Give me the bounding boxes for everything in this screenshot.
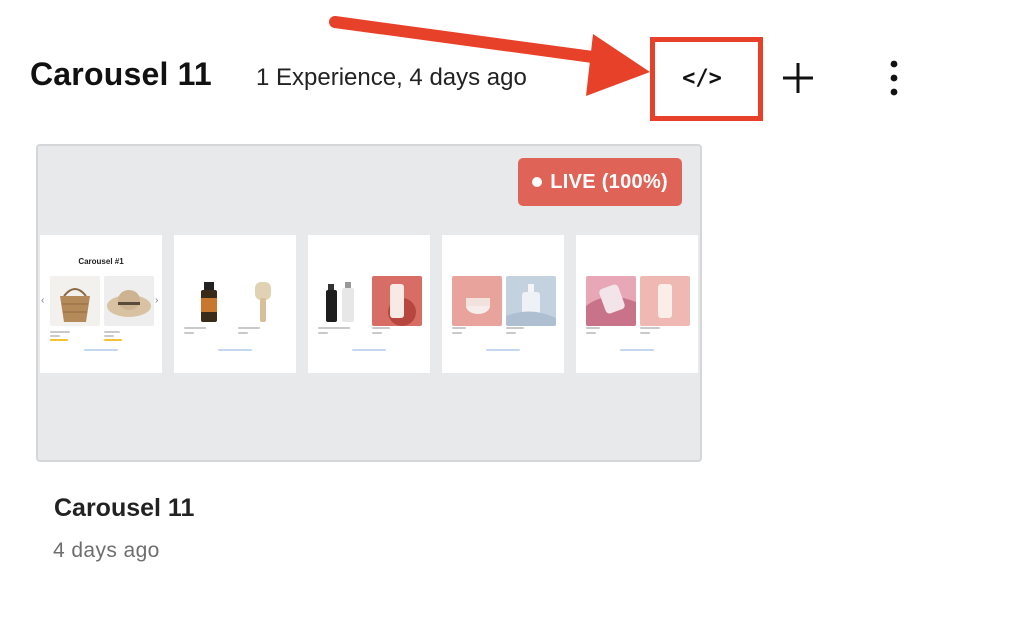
preview-slide: Carousel #1 ‹ › bbox=[40, 235, 162, 373]
product-name-line bbox=[452, 327, 466, 329]
straw-bag-image bbox=[50, 276, 100, 326]
add-button[interactable] bbox=[778, 54, 818, 102]
more-options-button[interactable] bbox=[876, 54, 912, 102]
preview-slide bbox=[174, 235, 296, 373]
product-name-line bbox=[184, 327, 206, 329]
kebab-vertical-icon bbox=[890, 60, 898, 96]
pager-line bbox=[84, 349, 118, 351]
chevron-left-icon: ‹ bbox=[41, 295, 45, 306]
plus-icon bbox=[783, 63, 813, 93]
straw-hat-image bbox=[104, 276, 154, 326]
card-date: 4 days ago bbox=[53, 539, 160, 562]
product-price-line bbox=[104, 335, 114, 337]
carousel-meta: 1 Experience, 4 days ago bbox=[256, 64, 527, 91]
product-price-line bbox=[50, 335, 60, 337]
product-price-line bbox=[318, 332, 328, 334]
carousel-title: Carousel 11 bbox=[30, 56, 212, 92]
pink-product-swirl-image bbox=[586, 276, 636, 326]
preview-slide-title: Carousel #1 bbox=[78, 257, 124, 266]
product-name-line bbox=[640, 327, 660, 329]
product-price-line bbox=[184, 332, 194, 334]
blue-pump-bottle-image bbox=[506, 276, 556, 326]
product-name-line bbox=[586, 327, 600, 329]
live-dot-icon bbox=[532, 177, 543, 187]
cream-tube-pink-image bbox=[372, 276, 422, 326]
product-name-line bbox=[50, 331, 70, 333]
wooden-brush-image bbox=[238, 276, 288, 326]
product-price-line bbox=[506, 332, 516, 334]
annotation-highlight-box bbox=[650, 37, 763, 121]
product-price-line bbox=[452, 332, 462, 334]
product-price-line bbox=[238, 332, 248, 334]
product-price-line bbox=[586, 332, 596, 334]
carousel-preview: Carousel #1 ‹ › bbox=[40, 235, 698, 375]
pager-line bbox=[218, 349, 252, 351]
product-name-line bbox=[318, 327, 350, 329]
product-name-line bbox=[372, 327, 390, 329]
card-title[interactable]: Carousel 11 bbox=[54, 494, 194, 523]
bronze-bottle-image bbox=[184, 276, 234, 326]
preview-slide bbox=[442, 235, 564, 373]
pink-jar-image bbox=[452, 276, 502, 326]
black-white-bottles-image bbox=[318, 276, 368, 326]
live-status-badge: LIVE (100%) bbox=[518, 158, 682, 206]
carousel-card[interactable]: LIVE (100%) Carousel #1 ‹ › bbox=[36, 144, 702, 462]
preview-slide bbox=[576, 235, 698, 373]
rating-line bbox=[50, 339, 68, 341]
product-price-line bbox=[640, 332, 650, 334]
chevron-right-icon: › bbox=[155, 295, 159, 306]
preview-slide bbox=[308, 235, 430, 373]
pager-line bbox=[352, 349, 386, 351]
product-price-line bbox=[372, 332, 382, 334]
rating-line bbox=[104, 339, 122, 341]
product-name-line bbox=[238, 327, 260, 329]
product-name-line bbox=[506, 327, 524, 329]
pager-line bbox=[620, 349, 654, 351]
product-name-line bbox=[104, 331, 120, 333]
live-badge-label: LIVE (100%) bbox=[550, 170, 668, 193]
cream-tube-peach-image bbox=[640, 276, 690, 326]
pager-line bbox=[486, 349, 520, 351]
